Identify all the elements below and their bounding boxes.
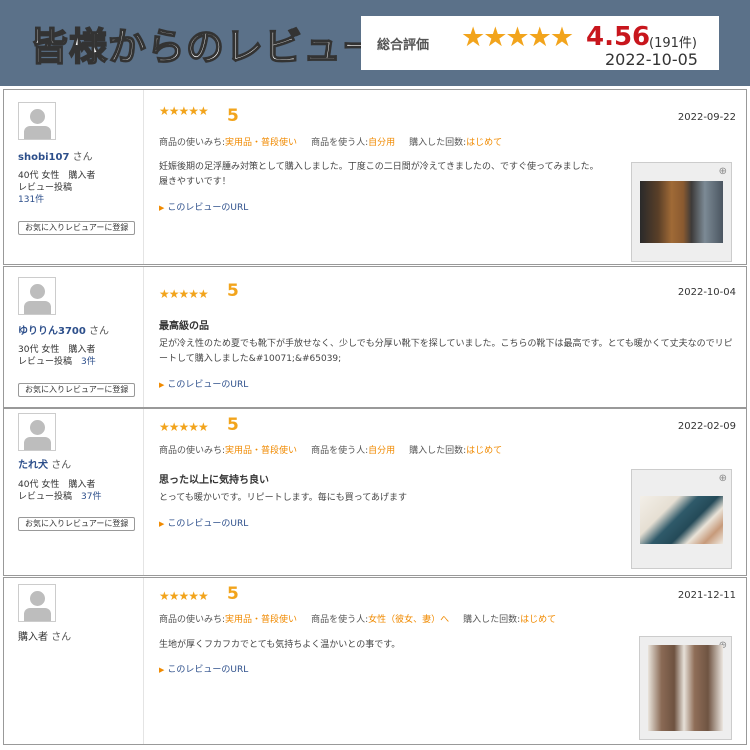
avatar: [18, 413, 56, 451]
page-title: 皆様からのレビュー: [29, 24, 382, 70]
socks-photo: [640, 181, 723, 243]
review-photo[interactable]: ⊕: [631, 469, 732, 569]
socks-photo: [640, 496, 723, 544]
review-score: 5: [227, 415, 239, 435]
reviewer-panel: ゆりりん3700 さん 30代 女性 購入者 レビュー投稿 3件 お気に入りレビ…: [4, 267, 144, 407]
review-stars-icon: ★★★★★: [159, 104, 209, 118]
review-score: 5: [227, 281, 239, 301]
reviewer-name: たれ犬 さん: [18, 460, 72, 471]
review-url-link[interactable]: ▶ このレビューのURL: [159, 662, 248, 675]
review-stars-icon: ★★★★★: [159, 420, 209, 434]
avatar: [18, 584, 56, 622]
review-url-link[interactable]: ▶ このレビューのURL: [159, 377, 248, 390]
review-content: ★★★★★ 5 2021-12-11 商品の使いみち:実用品・普段使い 商品を使う…: [159, 578, 736, 744]
review-content: ★★★★★ 5 2022-02-09 商品の使いみち:実用品・普段使い 商品を使う…: [159, 409, 736, 575]
review-photo[interactable]: ⊕: [639, 636, 732, 740]
reviewer-panel: 購入者 さん: [4, 578, 144, 744]
review-meta: 商品の使いみち:実用品・普段使い 商品を使う人:女性（彼女、妻）へ 購入した回数:は…: [159, 615, 557, 625]
review-meta: 商品の使いみち:実用品・普段使い 商品を使う人:自分用 購入した回数:はじめて: [159, 138, 503, 148]
review-card: shobi107 さん 40代 女性 購入者 レビュー投稿 131件 お気に入り…: [3, 89, 747, 265]
review-url-link[interactable]: ▶ このレビューのURL: [159, 200, 248, 213]
review-date: 2022-09-22: [677, 112, 736, 123]
favorite-reviewer-button[interactable]: お気に入りレビュアーに登録: [18, 383, 136, 397]
favorite-reviewer-button[interactable]: お気に入りレビュアーに登録: [18, 517, 136, 531]
review-content: ★★★★★ 5 2022-10-04 最高級の品 足が冷え性のため夏でも靴下が手…: [159, 267, 736, 407]
review-date: 2022-02-09: [677, 421, 736, 432]
zoom-icon[interactable]: ⊕: [719, 473, 727, 484]
rating-count: (191件): [649, 36, 697, 51]
review-date: 2021-12-11: [677, 590, 736, 601]
review-count-link[interactable]: 131件: [18, 194, 95, 206]
review-title: 最高級の品: [159, 321, 209, 332]
reviewer-panel: shobi107 さん 40代 女性 購入者 レビュー投稿 131件 お気に入り…: [4, 90, 144, 264]
reviewer-name-link[interactable]: shobi107: [18, 152, 69, 163]
review-stars-icon: ★★★★★: [159, 287, 209, 301]
reviewer-name: shobi107 さん: [18, 152, 93, 163]
review-card: ゆりりん3700 さん 30代 女性 購入者 レビュー投稿 3件 お気に入りレビ…: [3, 266, 747, 408]
socks-photo: [648, 645, 723, 731]
review-count-link[interactable]: 37件: [81, 492, 101, 502]
review-score: 5: [227, 584, 239, 604]
review-card: たれ犬 さん 40代 女性 購入者 レビュー投稿 37件 お気に入りレビュアーに…: [3, 408, 747, 576]
review-score: 5: [227, 106, 239, 126]
review-title: 思った以上に気持ち良い: [159, 475, 269, 486]
reviewer-name-link[interactable]: たれ犬: [18, 460, 48, 471]
zoom-icon[interactable]: ⊕: [719, 166, 727, 177]
avatar: [18, 277, 56, 315]
reviewer-info: 40代 女性 購入者 レビュー投稿 37件: [18, 480, 102, 502]
rating-stars-icon: ★★★★★: [461, 22, 574, 53]
review-count-link[interactable]: 3件: [81, 357, 96, 367]
reviewer-name-link[interactable]: ゆりりん3700: [18, 326, 86, 337]
review-date: 2022-10-04: [677, 287, 736, 298]
reviewer-name-link: 購入者: [18, 632, 48, 643]
reviewer-panel: たれ犬 さん 40代 女性 購入者 レビュー投稿 37件 お気に入りレビュアーに…: [4, 409, 144, 575]
review-body: 妊娠後期の足浮腫み対策として購入しました。丁度この二日間が冷えてきましたの、です…: [159, 162, 599, 187]
review-stars-icon: ★★★★★: [159, 589, 209, 603]
favorite-reviewer-button[interactable]: お気に入りレビュアーに登録: [18, 221, 136, 235]
review-content: ★★★★★ 5 2022-09-22 商品の使いみち:実用品・普段使い 商品を使う…: [159, 90, 736, 264]
overall-rating-box: 総合評価 ★★★★★ 4.56 (191件) 2022-10-05: [361, 16, 719, 70]
review-body: 生地が厚くフカフカでとても気持ちよく温かいとの事です。: [159, 640, 401, 650]
rating-score: 4.56: [586, 22, 651, 52]
rating-label: 総合評価: [377, 38, 430, 53]
review-body: とっても暖かいです。リピートします。毎にも買ってあげます: [159, 493, 408, 503]
reviewer-name: 購入者 さん: [18, 632, 72, 643]
reviews-header: 皆様からのレビュー 総合評価 ★★★★★ 4.56 (191件) 2022-10…: [0, 0, 750, 86]
reviewer-name: ゆりりん3700 さん: [18, 326, 110, 337]
avatar: [18, 102, 56, 140]
review-body: 足が冷え性のため夏でも靴下が手放せなく、少しでも分厚い靴下を探していました。こち…: [159, 339, 733, 364]
reviewer-info: 40代 女性 購入者 レビュー投稿 131件: [18, 171, 96, 206]
review-meta: 商品の使いみち:実用品・普段使い 商品を使う人:自分用 購入した回数:はじめて: [159, 446, 503, 456]
review-card: 購入者 さん ★★★★★ 5 2021-12-11 商品の使いみち:実用品・普段…: [3, 577, 747, 745]
review-url-link[interactable]: ▶ このレビューのURL: [159, 516, 248, 529]
review-photo[interactable]: ⊕: [631, 162, 732, 262]
rating-date: 2022-10-05: [605, 50, 698, 69]
reviewer-info: 30代 女性 購入者 レビュー投稿 3件: [18, 345, 96, 367]
